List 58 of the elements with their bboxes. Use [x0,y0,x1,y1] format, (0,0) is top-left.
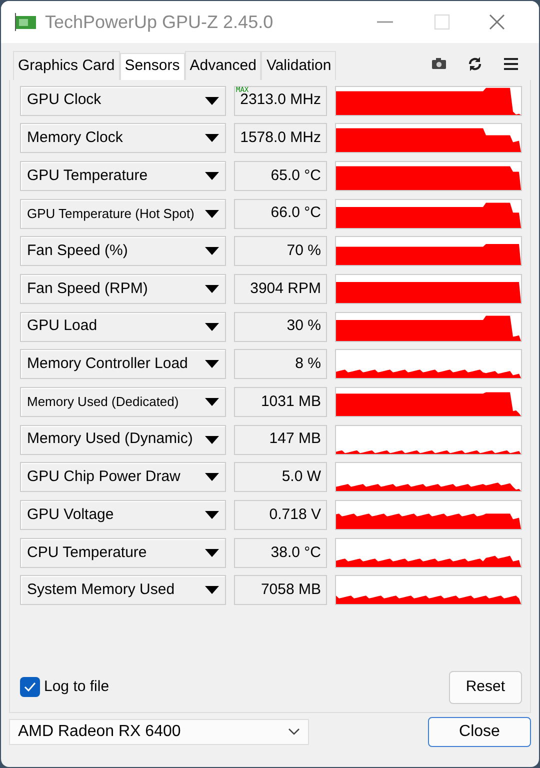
reset-button[interactable]: Reset [448,671,522,704]
sensor-value: 65.0 °C [270,166,321,186]
device-select[interactable]: AMD Radeon RX 6400 [9,718,309,744]
sensor-dropdown[interactable]: System Memory Used [20,575,226,606]
dropdown-arrow-icon [205,322,219,331]
sensor-value: 8 % [295,354,321,374]
dropdown-arrow-icon [205,548,219,557]
dropdown-arrow-icon [205,436,219,444]
dropdown-arrow-icon [205,210,219,218]
tab[interactable]: Validation [261,51,336,80]
window-title: TechPowerUp GPU-Z 2.45.0 [45,10,274,34]
sensor-dropdown[interactable]: Memory Clock [20,123,226,154]
sensor-dropdown[interactable]: GPU Voltage [20,500,226,530]
dropdown-arrow-icon [205,284,219,293]
sensor-dropdown[interactable]: GPU Load [20,312,226,342]
sensor-value: 70 % [286,241,321,261]
dropdown-arrow-icon [205,398,219,406]
checkbox-label: Log to file [44,677,110,697]
sensor-value: 5.0 W [282,467,321,488]
dropdown-arrow-icon [205,96,219,104]
tab[interactable]: Advanced [184,51,262,80]
log-checkbox[interactable] [20,677,40,698]
refresh-icon[interactable] [467,56,483,72]
sensor-value: 147 MB [269,429,321,450]
sensor-value: 0.718 V [269,504,321,525]
sensor-dropdown[interactable]: Memory Used (Dedicated) [20,387,226,417]
dropdown-arrow-icon [205,473,219,482]
sensor-dropdown[interactable]: Fan Speed (%) [20,236,226,266]
dropdown-arrow-icon [205,360,219,368]
dropdown-arrow-icon [205,511,219,520]
sensor-dropdown[interactable]: GPU Chip Power Draw [20,462,226,492]
tab[interactable]: Graphics Card [13,51,120,80]
sensor-dropdown[interactable]: CPU Temperature [20,538,226,568]
sensor-value: 1578.0 MHz [240,128,321,148]
checkmark-icon [24,682,36,692]
close-icon[interactable] [488,14,506,30]
tab[interactable]: Sensors [120,53,185,80]
dropdown-arrow-icon [205,247,219,256]
sensor-dropdown[interactable]: Memory Used (Dynamic) [20,424,226,455]
sensor-dropdown[interactable]: GPU Temperature [20,160,226,191]
sensor-value: 3904 RPM [250,278,321,299]
sensor-value: 66.0 °C [270,203,321,224]
close-button[interactable]: Close [428,716,531,746]
sensor-value: 7058 MB [260,580,321,600]
dropdown-arrow-icon [205,172,219,180]
dropdown-arrow-icon [205,134,219,142]
chevron-icon [288,728,300,735]
sensor-value: 30 % [286,316,321,336]
dropdown-arrow-icon [205,586,219,594]
sensor-dropdown[interactable]: Memory Controller Load [20,349,226,380]
sensor-dropdown[interactable]: Fan Speed (RPM) [20,274,226,304]
camera-icon[interactable] [431,56,447,72]
sensor-dropdown[interactable]: GPU Temperature (Hot Spot) [20,198,226,229]
sensor-value: 38.0 °C [270,542,321,562]
menu-icon[interactable] [503,56,519,72]
sensor-dropdown[interactable]: GPU Clock [20,86,226,116]
app-icon [15,13,37,31]
sensor-value: 1031 MB [260,392,321,412]
